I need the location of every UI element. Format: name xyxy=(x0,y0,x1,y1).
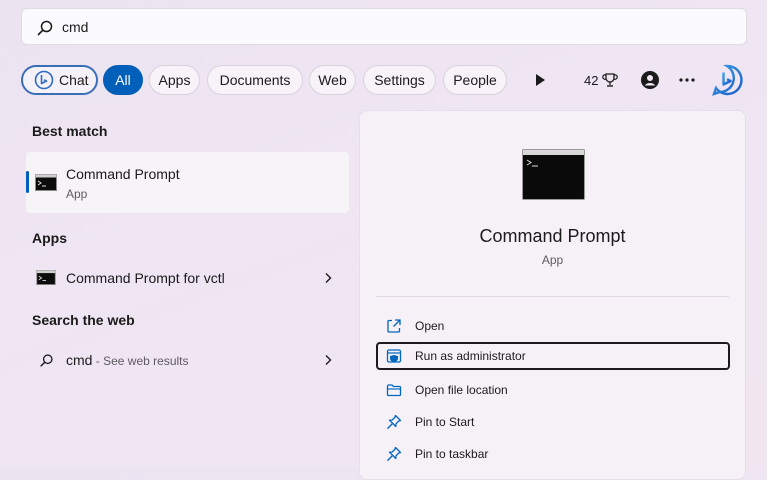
open-action[interactable]: Open xyxy=(376,312,730,340)
preview-pane: Command Prompt App Open Run as administr… xyxy=(359,110,746,480)
pin-to-start-action[interactable]: Pin to Start xyxy=(376,408,730,436)
search-icon xyxy=(40,354,53,367)
run-as-administrator-action[interactable]: Run as administrator xyxy=(376,342,730,370)
tab-web[interactable]: Web xyxy=(309,65,356,95)
best-match-heading: Best match xyxy=(32,123,108,139)
avatar-icon[interactable] xyxy=(640,70,660,90)
app-result-command-prompt-vctl[interactable]: Command Prompt for vctl xyxy=(26,260,349,296)
web-result-cmd[interactable]: cmd - See web results xyxy=(26,342,349,378)
action-label: Pin to Start xyxy=(415,415,475,429)
chat-button[interactable]: Chat xyxy=(21,65,98,95)
tab-apps[interactable]: Apps xyxy=(149,65,200,95)
preview-title: Command Prompt xyxy=(479,226,626,246)
command-prompt-icon xyxy=(522,149,585,200)
action-label: Pin to taskbar xyxy=(415,447,489,461)
bing-icon[interactable] xyxy=(711,64,743,96)
shield-icon xyxy=(386,349,402,363)
tab-documents[interactable]: Documents xyxy=(207,65,303,95)
pin-icon xyxy=(387,414,402,429)
open-file-location-action[interactable]: Open file location xyxy=(376,376,730,404)
selection-indicator xyxy=(26,171,29,193)
pin-icon xyxy=(387,446,402,461)
command-prompt-icon xyxy=(35,174,57,191)
preview-subtitle: App xyxy=(541,253,564,267)
search-query[interactable]: cmd xyxy=(62,19,88,35)
pin-to-taskbar-action[interactable]: Pin to taskbar xyxy=(376,440,730,468)
action-label: Run as administrator xyxy=(415,349,526,363)
search-icon xyxy=(37,20,53,36)
trophy-icon xyxy=(602,73,619,87)
rewards-count: 42 xyxy=(584,72,599,88)
action-label: Open xyxy=(415,319,445,333)
tab-all[interactable]: All xyxy=(103,65,143,95)
tab-people[interactable]: People xyxy=(443,65,507,95)
play-icon[interactable] xyxy=(533,72,547,88)
apps-heading: Apps xyxy=(32,230,67,246)
result-title: Command Prompt xyxy=(66,166,180,182)
search-input[interactable]: cmd xyxy=(21,8,747,45)
result-subtitle: App xyxy=(66,187,88,201)
bing-icon xyxy=(34,70,54,90)
more-icon[interactable] xyxy=(677,70,697,90)
chat-label: Chat xyxy=(59,72,89,88)
best-match-command-prompt[interactable]: Command Prompt App xyxy=(26,152,349,213)
tab-settings[interactable]: Settings xyxy=(363,65,436,95)
web-query: cmd xyxy=(66,352,93,368)
action-label: Open file location xyxy=(415,383,508,397)
chevron-right-icon xyxy=(325,273,332,283)
chevron-right-icon xyxy=(325,355,332,365)
search-web-heading: Search the web xyxy=(32,312,135,328)
result-title: Command Prompt for vctl xyxy=(66,270,225,286)
results-list: Best match Command Prompt App Apps Comma… xyxy=(22,110,357,467)
filter-bar: Chat All Apps Documents Web Settings Peo… xyxy=(21,64,747,96)
rewards-points[interactable]: 42 xyxy=(584,72,619,88)
command-prompt-icon xyxy=(36,270,56,285)
web-results-suffix: - See web results xyxy=(92,354,189,368)
folder-icon xyxy=(386,384,402,397)
divider xyxy=(376,296,729,297)
open-icon xyxy=(387,319,401,333)
web-result-text: cmd - See web results xyxy=(66,352,189,368)
